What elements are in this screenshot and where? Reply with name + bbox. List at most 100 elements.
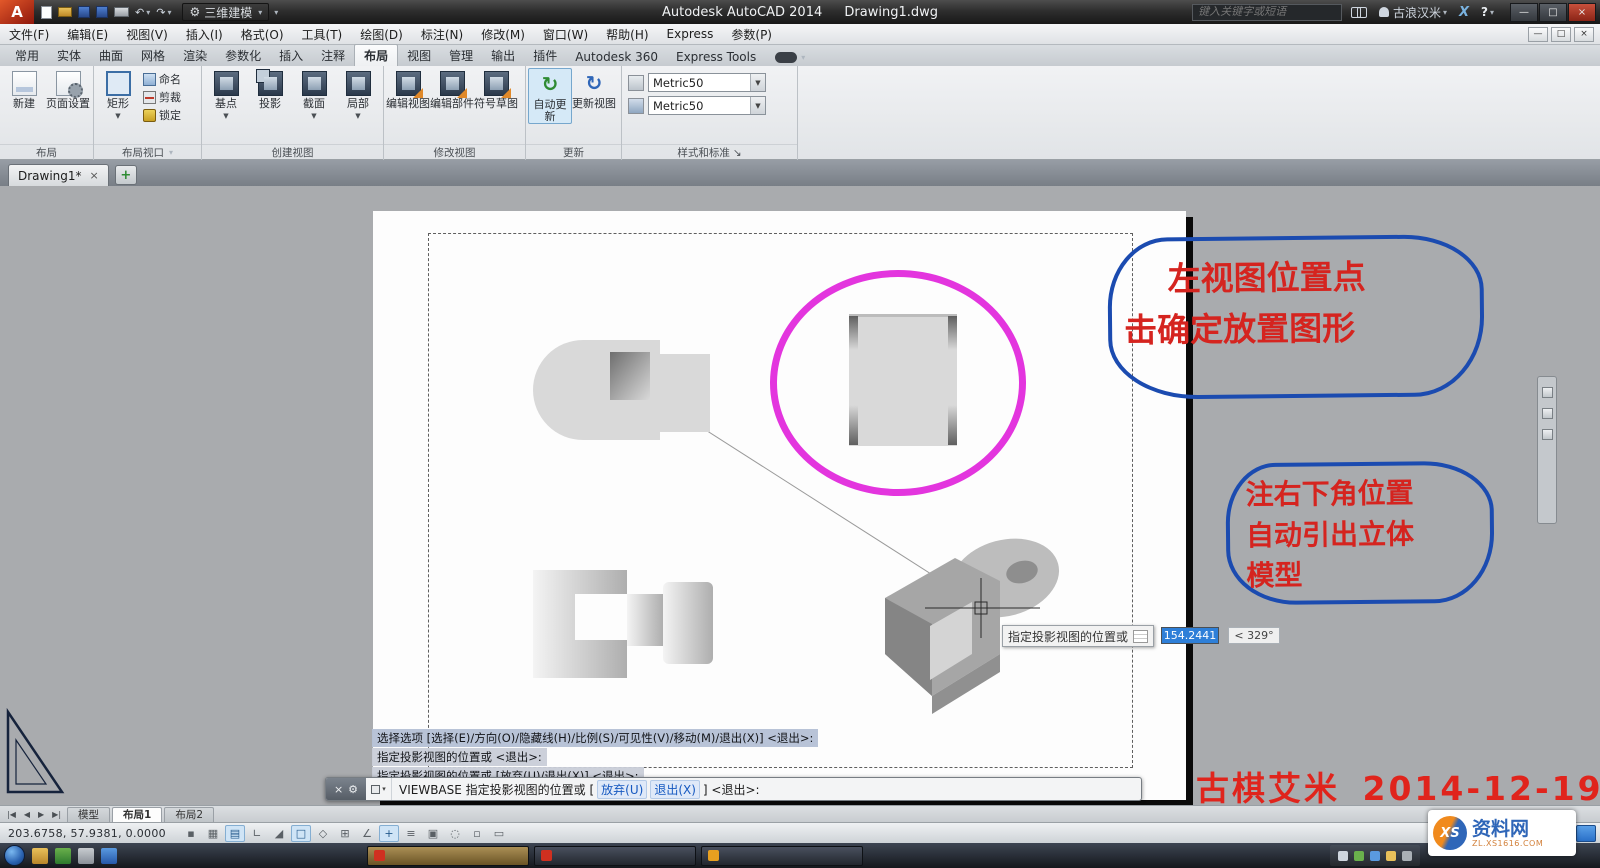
dynamic-input-toggle[interactable]: + — [379, 825, 399, 842]
dialog-launcher-icon[interactable]: ↘ — [733, 147, 742, 159]
named-viewport-button[interactable]: 命名 — [143, 71, 181, 87]
start-button[interactable] — [4, 845, 25, 866]
toolbar-icon[interactable] — [1542, 429, 1553, 440]
search-input[interactable] — [1192, 4, 1342, 21]
help-button[interactable]: ?▾ — [1478, 2, 1497, 22]
transparency-toggle[interactable]: ▣ — [423, 825, 443, 842]
panel-label-viewports[interactable]: 布局视口▾ — [94, 144, 201, 160]
ribbon-tab[interactable]: Express Tools — [667, 48, 765, 66]
edit-component-button[interactable]: 编辑部件 — [430, 68, 474, 110]
menu-item[interactable]: 格式(O) — [232, 24, 293, 44]
doc-close-button[interactable]: × — [1574, 27, 1594, 42]
tray-icon[interactable] — [1370, 851, 1380, 861]
plot-button[interactable] — [111, 2, 132, 22]
menu-item[interactable]: 帮助(H) — [597, 24, 657, 44]
detail-view-button[interactable]: 局部 ▼ — [336, 68, 380, 122]
ribbon-tab[interactable]: 插件 — [524, 45, 566, 66]
chevron-down-icon[interactable]: ▼ — [311, 110, 316, 122]
command-prompt[interactable]: VIEWBASE 指定投影视图的位置或 [ 放弃(U) 退出(X) ] <退出>… — [392, 780, 760, 799]
close-tab-icon[interactable]: × — [90, 169, 99, 182]
otrack-toggle[interactable]: ⊞ — [335, 825, 355, 842]
dynamic-distance-field[interactable]: 154.2441 — [1161, 627, 1219, 644]
first-layout-button[interactable]: |◀ — [3, 810, 20, 819]
dynamic-angle-field[interactable]: < 329° — [1228, 627, 1280, 644]
layout2-tab[interactable]: 布局2 — [164, 807, 214, 822]
doc-restore-button[interactable]: □ — [1551, 27, 1571, 42]
model-tab[interactable]: 模型 — [67, 807, 110, 822]
quick-launch-icon[interactable] — [78, 848, 94, 864]
customize-command-icon[interactable]: ⚙ — [348, 783, 358, 796]
ribbon-tab[interactable]: 曲面 — [90, 45, 132, 66]
next-layout-button[interactable]: ▶ — [34, 810, 48, 819]
command-line-bar[interactable]: × ⚙ ▾ VIEWBASE 指定投影视图的位置或 [ 放弃(U) 退出(X) … — [325, 777, 1142, 801]
quick-launch-icon[interactable] — [32, 848, 48, 864]
panel-label-modify-view[interactable]: 修改视图 — [384, 144, 525, 160]
ribbon-tab[interactable]: 注释 — [312, 45, 354, 66]
last-layout-button[interactable]: ▶| — [48, 810, 65, 819]
taskbar-app-button[interactable] — [534, 846, 696, 866]
menu-item[interactable]: 参数(P) — [722, 24, 781, 44]
osnap-toggle[interactable]: □ — [291, 825, 311, 842]
qat-customize-button[interactable]: ▾ — [269, 2, 281, 22]
snap-toggle[interactable]: ▦ — [203, 825, 223, 842]
ribbon-tab[interactable]: 视图 — [398, 45, 440, 66]
menu-item[interactable]: 窗口(W) — [534, 24, 597, 44]
menu-item[interactable]: 文件(F) — [0, 24, 58, 44]
panel-label-update[interactable]: 更新 — [526, 144, 621, 160]
menu-item[interactable]: 视图(V) — [117, 24, 177, 44]
chevron-down-icon[interactable]: ▼ — [750, 74, 765, 91]
rectangular-viewport-button[interactable]: 矩形 ▼ — [96, 68, 140, 122]
menu-item[interactable]: Express — [658, 24, 723, 44]
3dosnap-toggle[interactable]: ◇ — [313, 825, 333, 842]
page-setup-button[interactable]: 页面设置 — [46, 68, 90, 110]
recent-commands-button[interactable]: ▾ — [366, 778, 392, 800]
menu-item[interactable]: 绘图(D) — [351, 24, 412, 44]
quick-launch-icon[interactable] — [55, 848, 71, 864]
projected-view-button[interactable]: 投影 — [248, 68, 292, 110]
taskbar-app-button[interactable] — [701, 846, 863, 866]
panel-label-create-view[interactable]: 创建视图 — [202, 144, 383, 160]
previous-layout-button[interactable]: ◀ — [20, 810, 34, 819]
doc-minimize-button[interactable]: — — [1528, 27, 1548, 42]
lineweight-toggle[interactable]: ≡ — [401, 825, 421, 842]
menu-item[interactable]: 标注(N) — [412, 24, 472, 44]
chevron-down-icon[interactable]: ▾ — [146, 8, 150, 17]
system-tray[interactable] — [1330, 845, 1420, 866]
quick-properties-toggle[interactable]: ◌ — [445, 825, 465, 842]
close-button[interactable]: × — [1568, 3, 1596, 22]
layout1-tab[interactable]: 布局1 — [112, 807, 162, 822]
workspace-lock-icon[interactable] — [1576, 825, 1596, 842]
sign-in-button[interactable]: 古浪汉米 ▾ — [1376, 2, 1450, 22]
ribbon-tab[interactable]: 常用 — [6, 45, 48, 66]
ribbon-tab[interactable]: 管理 — [440, 45, 482, 66]
ribbon-tab[interactable]: Autodesk 360 — [566, 48, 667, 66]
symbol-sketch-button[interactable]: 符号草图 — [474, 68, 518, 110]
toolbar-icon[interactable] — [1542, 408, 1553, 419]
auto-update-button[interactable]: 自动更新 — [528, 68, 572, 124]
grid-toggle[interactable]: ▤ — [225, 825, 245, 842]
new-drawing-button[interactable]: + — [115, 165, 137, 185]
redo-button[interactable]: ↷▾ — [153, 2, 174, 22]
tray-icon[interactable] — [1402, 851, 1412, 861]
ribbon-tab[interactable]: 插入 — [270, 45, 312, 66]
drawing-canvas[interactable]: 左视图位置点 击确定放置图形 注右下角位置 自动引出立体 模型 古棋艾米 201… — [0, 186, 1600, 805]
layer-standard-select[interactable]: Metric50 ▼ — [648, 96, 766, 115]
new-file-button[interactable] — [38, 2, 55, 22]
ribbon-tab[interactable]: 网格 — [132, 45, 174, 66]
menu-item[interactable]: 插入(I) — [177, 24, 232, 44]
tray-icon[interactable] — [1386, 851, 1396, 861]
selection-cycling-toggle[interactable]: ▫ — [467, 825, 487, 842]
panel-label-styles[interactable]: 样式和标准↘ — [622, 144, 797, 160]
polar-toggle[interactable]: ◢ — [269, 825, 289, 842]
autocad-logo-button[interactable]: A — [0, 0, 34, 24]
ribbon-tab[interactable]: 参数化 — [216, 45, 270, 66]
search-button[interactable] — [1348, 2, 1370, 22]
section-view-button[interactable]: 截面 ▼ — [292, 68, 336, 122]
exchange-apps-button[interactable]: X — [1456, 2, 1472, 22]
tray-icon[interactable] — [1354, 851, 1364, 861]
ribbon-tab-active[interactable]: 布局 — [354, 44, 398, 66]
chevron-down-icon[interactable]: ▼ — [750, 97, 765, 114]
infer-constraints-toggle[interactable]: ▪ — [181, 825, 201, 842]
chevron-down-icon[interactable]: ▼ — [223, 110, 228, 122]
new-layout-button[interactable]: 新建 — [2, 68, 46, 110]
